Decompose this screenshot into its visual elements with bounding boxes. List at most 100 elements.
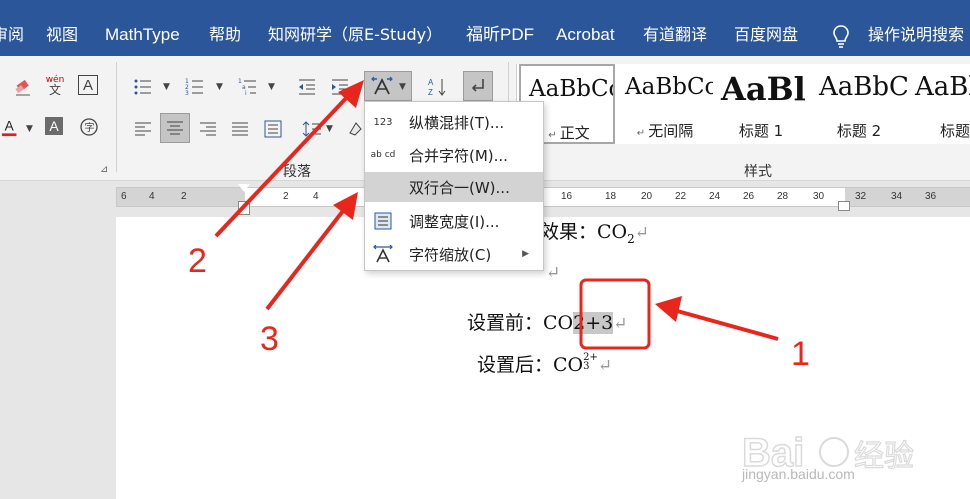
ruler-number: 20 [641,191,653,202]
align-left-icon[interactable] [132,118,154,140]
two-lines-in-one-text: 2+ 3 [583,353,598,372]
align-center-button[interactable] [160,113,190,143]
phonetic-guide-icon[interactable]: wén 文 [44,74,66,96]
tab-baidu-netdisk[interactable]: 百度网盘 [734,24,798,46]
lightbulb-icon [832,24,850,48]
ruler-number: 30 [813,191,825,202]
asian-layout-menu: 123 纵横混排(T)... ab cd 合并字符(M)... 双行合一(W).… [364,101,544,271]
after-formula: CO [553,354,584,376]
menu-item-vertical-in-horizontal[interactable]: 123 纵横混排(T)... [365,107,543,137]
styles-gallery: AaBbCcDd ↵ 正文 AaBbCcDd ↵ 无间隔 AaBl 标题 1 A… [516,64,970,144]
multilevel-list-icon[interactable]: 1ai [237,76,259,98]
after-label: 设置后： [477,354,554,376]
right-indent-marker[interactable] [838,201,850,211]
ribbon-tab-bar: 审阅 视图 MathType 帮助 知网研学（原E-Study） 福昕PDF A… [0,0,970,56]
line-spacing-dropdown-icon[interactable]: ▼ [326,124,333,134]
decrease-indent-icon[interactable] [296,76,318,98]
shading-icon[interactable] [344,118,366,140]
style-heading-2[interactable]: AaBbC 标题 2 [811,64,907,144]
ruler-number: 26 [743,191,755,202]
tab-foxit-pdf[interactable]: 福昕PDF [466,24,534,46]
font-color-icon[interactable]: A [0,116,22,138]
tab-cnki[interactable]: 知网研学（原E-Study） [268,24,442,46]
clear-format-icon[interactable] [12,76,34,98]
font-group-launcher-icon[interactable]: ⊿ [100,164,108,175]
ruler-number: 6 [121,191,127,202]
style-name: ↵ 无间隔 [636,122,694,140]
sort-icon[interactable]: AZ [426,76,448,98]
bullets-dropdown-icon[interactable]: ▼ [163,82,170,92]
style-heading-1[interactable]: AaBl 标题 1 [713,64,809,144]
show-marks-button[interactable] [463,71,493,101]
style-no-spacing[interactable]: AaBbCcDd ↵ 无间隔 [617,64,713,144]
combine-characters-icon: ab cd [370,149,396,160]
effect-subscript: 2 [627,231,635,246]
svg-text:经验: 经验 [854,439,914,474]
tab-youdao-translate[interactable]: 有道翻译 [643,24,707,46]
ruler-number: 2 [283,191,289,202]
paragraph-group-label: 段落 [283,164,311,180]
style-sample: AaBbCcDd [625,74,713,100]
svg-text:i: i [245,90,247,97]
menu-item-fit-text[interactable]: 调整宽度(I)... [365,206,543,236]
align-right-icon[interactable] [197,118,219,140]
style-title[interactable]: AaBb 标题 [907,64,970,144]
tab-acrobat[interactable]: Acrobat [556,24,615,46]
line-spacing-icon[interactable] [301,118,323,140]
ruler-number: 4 [313,191,319,202]
ruler-number: 18 [605,191,617,202]
style-sample: AaBb [915,72,970,102]
character-scaling-icon [365,245,401,263]
menu-item-label: 双行合一(W)... [409,178,510,197]
watermark-url: jingyan.baidu.com [742,466,855,482]
svg-text:A: A [428,78,434,87]
menu-item-label: 纵横混排(T)... [409,113,505,132]
font-color-dropdown-icon[interactable]: ▼ [26,124,33,134]
character-border-icon[interactable]: A [78,75,98,95]
style-sample: AaBbC [819,72,907,102]
effect-formula: CO [597,221,628,243]
numbering-icon[interactable]: 123 [184,76,206,98]
numbering-dropdown-icon[interactable]: ▼ [216,82,223,92]
tab-view[interactable]: 视图 [46,24,78,46]
bullets-icon[interactable] [132,76,154,98]
style-name: 标题 2 [836,122,882,140]
character-shading-icon[interactable]: A [45,117,63,135]
tab-mathtype[interactable]: MathType [105,24,180,46]
multilevel-dropdown-icon[interactable]: ▼ [268,82,275,92]
tab-review[interactable]: 审阅 [0,24,24,46]
menu-item-two-lines-in-one[interactable]: 双行合一(W)... [365,172,543,202]
ruler-number: 16 [561,191,573,202]
before-label: 设置前： [467,312,544,334]
tab-help[interactable]: 帮助 [209,24,241,46]
fit-text-icon [365,212,401,230]
enclose-characters-icon[interactable]: 字 [78,116,100,138]
first-line-indent-marker[interactable] [238,184,250,192]
selected-text[interactable]: 2+3 [573,312,614,334]
annotation-number: 2 [188,242,207,280]
ruler-number: 36 [925,191,937,202]
group-separator [116,62,117,172]
increase-indent-icon[interactable] [329,76,351,98]
tell-me-search[interactable]: 操作说明搜索 [868,24,964,46]
hanging-indent-marker[interactable] [238,201,250,215]
paragraph-mark-icon: ↵ [546,263,561,283]
style-sample: AaBbCcDd [529,76,613,102]
distributed-icon[interactable] [262,118,284,140]
asian-layout-button[interactable]: ▼ [364,71,412,101]
ruler-number: 22 [675,191,687,202]
asian-layout-dropdown-icon: ▼ [399,82,406,92]
ruler-number: 4 [149,191,155,202]
annotation-number: 1 [791,335,810,373]
menu-item-combine-characters[interactable]: ab cd 合并字符(M)... [365,140,543,170]
menu-item-label: 合并字符(M)... [409,146,508,165]
menu-item-label: 调整宽度(I)... [409,212,500,231]
annotation-number: 3 [260,320,279,358]
doc-line-after: 设置后：CO 2+ 3 ↵ [477,350,612,377]
paragraph-mark-icon: ↵ [634,223,650,243]
justify-icon[interactable] [229,118,251,140]
menu-item-character-scaling[interactable]: 字符缩放(C) ▶ [365,239,543,269]
before-formula-prefix: CO [543,312,574,334]
ruler-number: 34 [891,191,903,202]
paragraph-mark-icon: ↵ [613,314,628,334]
